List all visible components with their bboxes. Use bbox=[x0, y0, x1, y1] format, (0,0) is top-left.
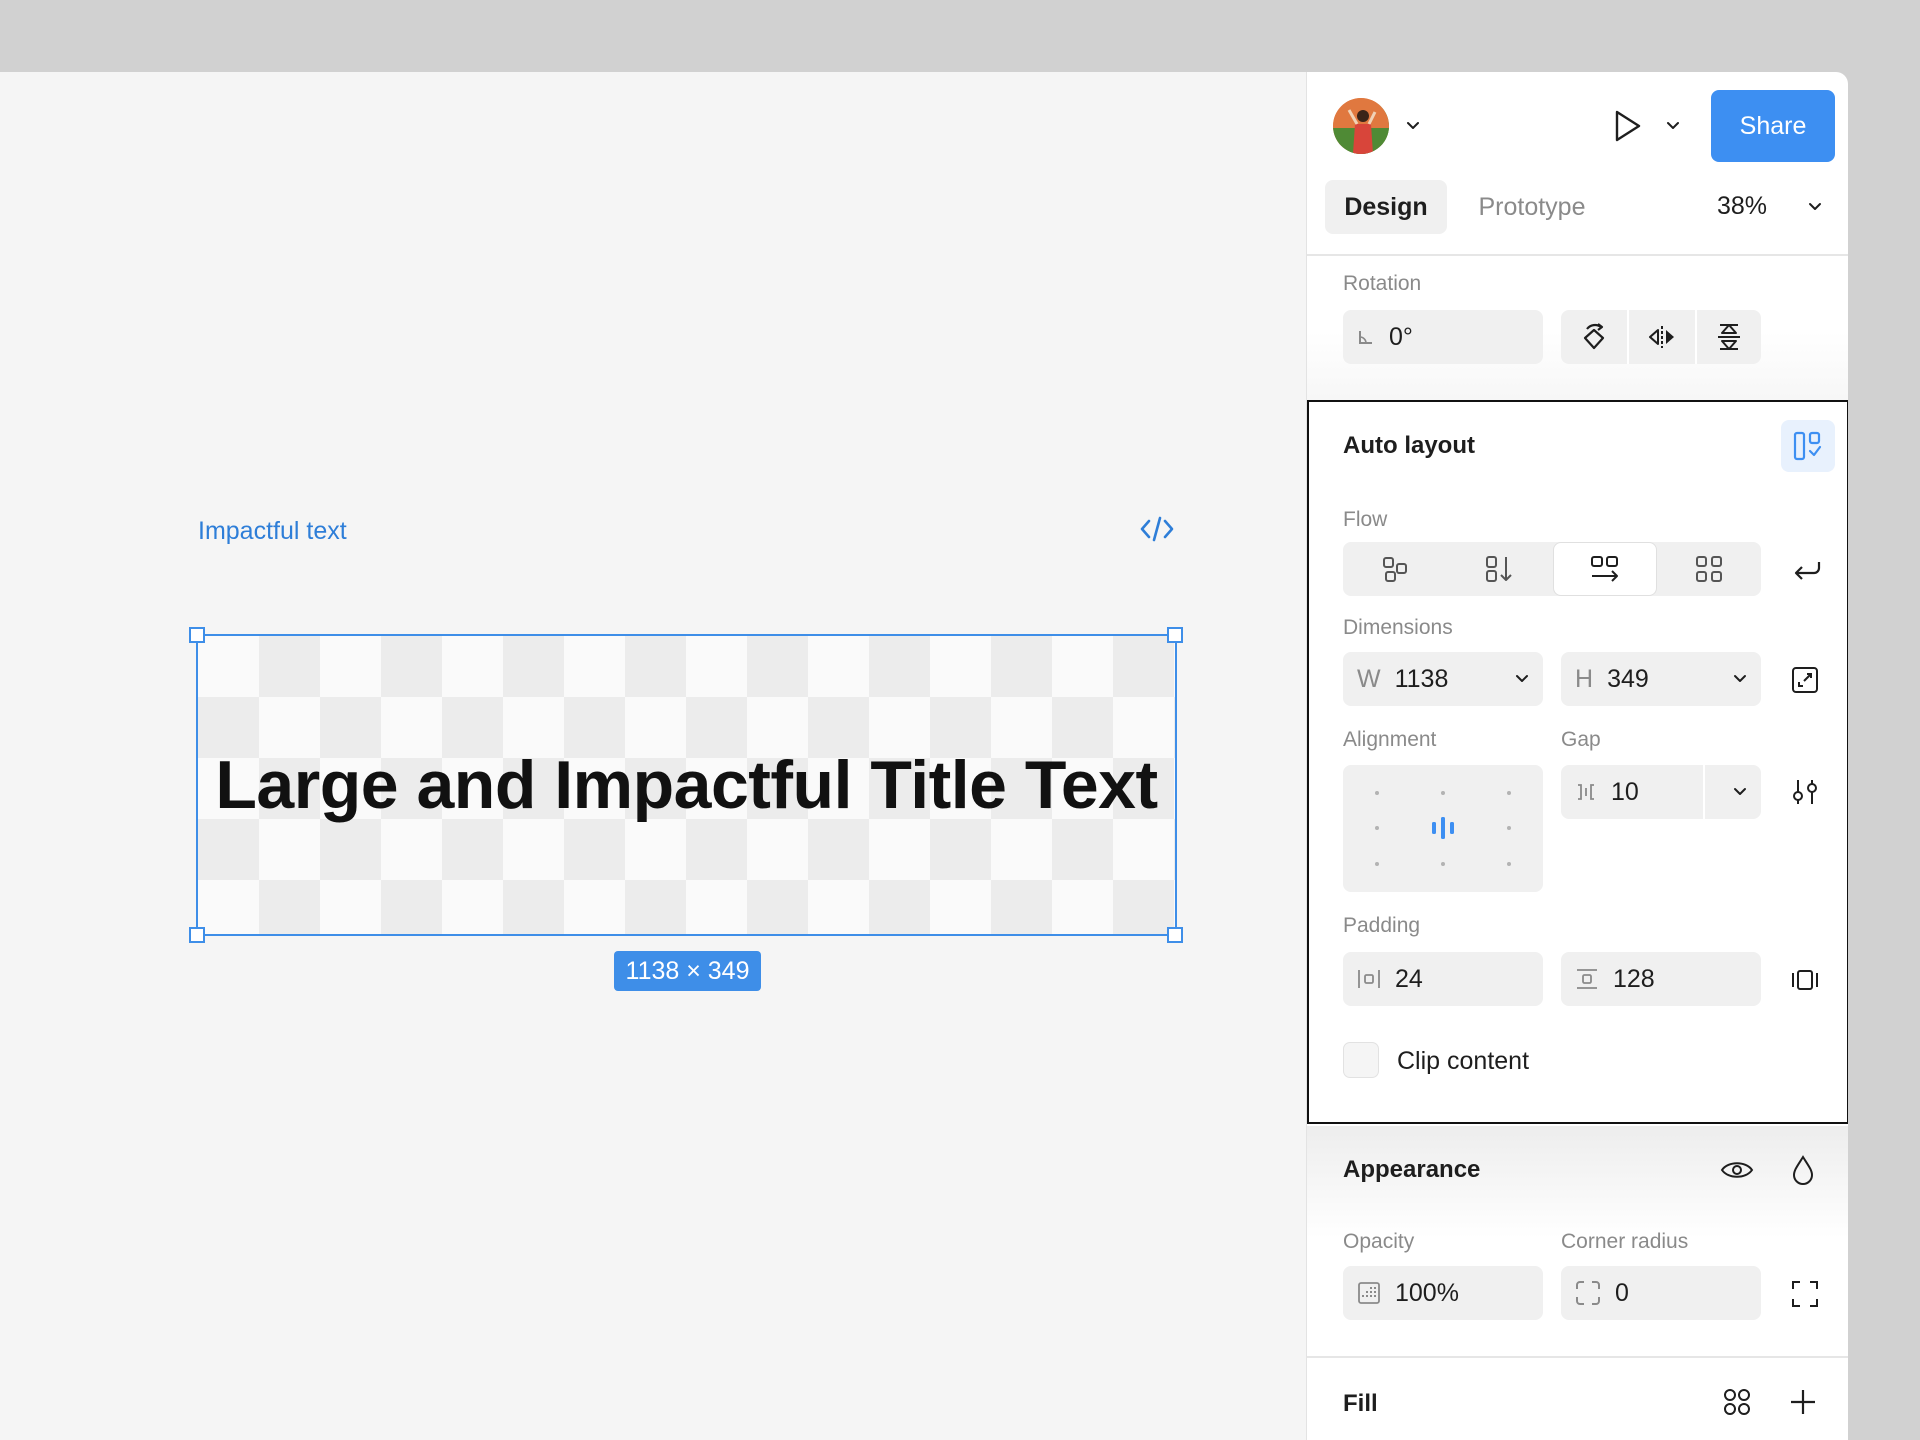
resize-handle-bottom-left[interactable] bbox=[189, 927, 205, 943]
share-button[interactable]: Share bbox=[1711, 90, 1835, 162]
height-input[interactable]: H 349 bbox=[1561, 652, 1761, 706]
flow-freeform-option[interactable] bbox=[1343, 542, 1447, 596]
title-text[interactable]: Large and Impactful Title Text bbox=[215, 746, 1158, 824]
clip-content-checkbox[interactable] bbox=[1343, 1042, 1379, 1078]
gap-icon bbox=[1575, 782, 1597, 802]
align-dot[interactable] bbox=[1375, 826, 1379, 830]
flip-horizontal-icon[interactable] bbox=[1629, 310, 1695, 364]
align-dot[interactable] bbox=[1507, 862, 1511, 866]
align-dot[interactable] bbox=[1375, 862, 1379, 866]
width-prefix: W bbox=[1357, 664, 1381, 693]
align-center-indicator[interactable] bbox=[1430, 816, 1456, 840]
individual-padding-icon[interactable] bbox=[1787, 962, 1823, 998]
horizontal-padding-icon bbox=[1357, 968, 1381, 990]
fill-title: Fill bbox=[1343, 1390, 1378, 1417]
flow-vertical-option[interactable] bbox=[1447, 542, 1551, 596]
vertical-padding-value: 128 bbox=[1613, 964, 1655, 993]
alignment-label: Alignment bbox=[1343, 728, 1437, 751]
align-dot[interactable] bbox=[1441, 791, 1445, 795]
properties-panel: Share Design Prototype 38% Rotation 0° A… bbox=[1306, 72, 1848, 1440]
gap-input[interactable]: 10 bbox=[1561, 765, 1761, 819]
width-input[interactable]: W 1138 bbox=[1343, 652, 1543, 706]
resize-handle-bottom-right[interactable] bbox=[1167, 927, 1183, 943]
corner-radius-label: Corner radius bbox=[1561, 1230, 1689, 1253]
avatar-chevron-down-icon[interactable] bbox=[1403, 116, 1423, 136]
resize-to-fit-icon[interactable] bbox=[1787, 662, 1823, 698]
corner-radius-input[interactable]: 0 bbox=[1561, 1266, 1761, 1320]
width-value: 1138 bbox=[1394, 664, 1449, 693]
corner-radius-value: 0 bbox=[1615, 1278, 1629, 1307]
corner-radius-icon bbox=[1575, 1280, 1601, 1306]
align-dot[interactable] bbox=[1375, 791, 1379, 795]
zoom-chevron-down-icon[interactable] bbox=[1805, 197, 1825, 217]
frame-name-label[interactable]: Impactful text bbox=[198, 516, 347, 546]
present-play-icon[interactable] bbox=[1607, 106, 1647, 146]
appearance-divider bbox=[1307, 1356, 1848, 1358]
horizontal-padding-value: 24 bbox=[1395, 964, 1423, 993]
tab-prototype[interactable]: Prototype bbox=[1457, 180, 1607, 234]
appearance-fade bbox=[1307, 1126, 1848, 1286]
header-divider bbox=[1307, 254, 1848, 256]
present-chevron-down-icon[interactable] bbox=[1663, 116, 1683, 136]
rotation-value: 0° bbox=[1389, 322, 1413, 351]
gap-chevron-down-icon[interactable] bbox=[1733, 787, 1747, 797]
opacity-icon bbox=[1357, 1281, 1381, 1305]
flow-segmented-control bbox=[1343, 542, 1761, 596]
code-icon[interactable] bbox=[1139, 514, 1175, 544]
flow-wrap-option[interactable] bbox=[1553, 542, 1657, 596]
auto-layout-settings-icon[interactable] bbox=[1781, 420, 1835, 472]
align-dot[interactable] bbox=[1507, 826, 1511, 830]
flow-label: Flow bbox=[1343, 508, 1388, 531]
align-dot[interactable] bbox=[1441, 862, 1445, 866]
selected-frame[interactable]: Large and Impactful Title Text bbox=[196, 634, 1177, 936]
auto-layout-title: Auto layout bbox=[1343, 432, 1475, 459]
opacity-input[interactable]: 100% bbox=[1343, 1266, 1543, 1320]
rotation-label: Rotation bbox=[1343, 272, 1422, 295]
visibility-eye-icon[interactable] bbox=[1717, 1152, 1757, 1188]
horizontal-padding-input[interactable]: 24 bbox=[1343, 952, 1543, 1006]
divider bbox=[1703, 765, 1705, 819]
flow-grid-option[interactable] bbox=[1657, 542, 1761, 596]
clip-content-label[interactable]: Clip content bbox=[1397, 1047, 1529, 1076]
rotation-actions-group bbox=[1561, 310, 1761, 364]
gap-label: Gap bbox=[1561, 728, 1601, 751]
alignment-grid[interactable] bbox=[1343, 765, 1543, 892]
height-prefix: H bbox=[1575, 664, 1594, 693]
padding-label: Padding bbox=[1343, 914, 1421, 937]
resize-handle-top-right[interactable] bbox=[1167, 627, 1183, 643]
independent-corners-icon[interactable] bbox=[1787, 1276, 1823, 1312]
rotate-90-icon[interactable] bbox=[1561, 310, 1627, 364]
advanced-layout-settings-icon[interactable] bbox=[1787, 774, 1823, 810]
opacity-value: 100% bbox=[1395, 1278, 1459, 1307]
blend-mode-drop-icon[interactable] bbox=[1785, 1150, 1821, 1190]
opacity-label: Opacity bbox=[1343, 1230, 1415, 1253]
dimension-badge: 1138 × 349 bbox=[614, 951, 761, 991]
flip-vertical-icon[interactable] bbox=[1697, 310, 1761, 364]
style-library-icon[interactable] bbox=[1719, 1384, 1755, 1420]
zoom-level[interactable]: 38% bbox=[1717, 192, 1767, 221]
vertical-padding-input[interactable]: 128 bbox=[1561, 952, 1761, 1006]
angle-icon bbox=[1357, 328, 1375, 346]
height-value: 349 bbox=[1607, 664, 1649, 693]
auto-layout-section bbox=[1307, 400, 1848, 1124]
appearance-title: Appearance bbox=[1343, 1156, 1481, 1183]
rotation-input[interactable]: 0° bbox=[1343, 310, 1543, 364]
vertical-padding-icon bbox=[1575, 968, 1599, 990]
tab-design[interactable]: Design bbox=[1325, 180, 1447, 234]
dimensions-label: Dimensions bbox=[1343, 616, 1453, 639]
wrap-return-icon[interactable] bbox=[1787, 552, 1827, 588]
avatar[interactable] bbox=[1333, 98, 1389, 154]
height-chevron-down-icon[interactable] bbox=[1733, 674, 1747, 684]
gap-value: 10 bbox=[1611, 777, 1639, 806]
add-fill-plus-icon[interactable] bbox=[1785, 1384, 1821, 1420]
align-dot[interactable] bbox=[1507, 791, 1511, 795]
resize-handle-top-left[interactable] bbox=[189, 627, 205, 643]
width-chevron-down-icon[interactable] bbox=[1515, 674, 1529, 684]
